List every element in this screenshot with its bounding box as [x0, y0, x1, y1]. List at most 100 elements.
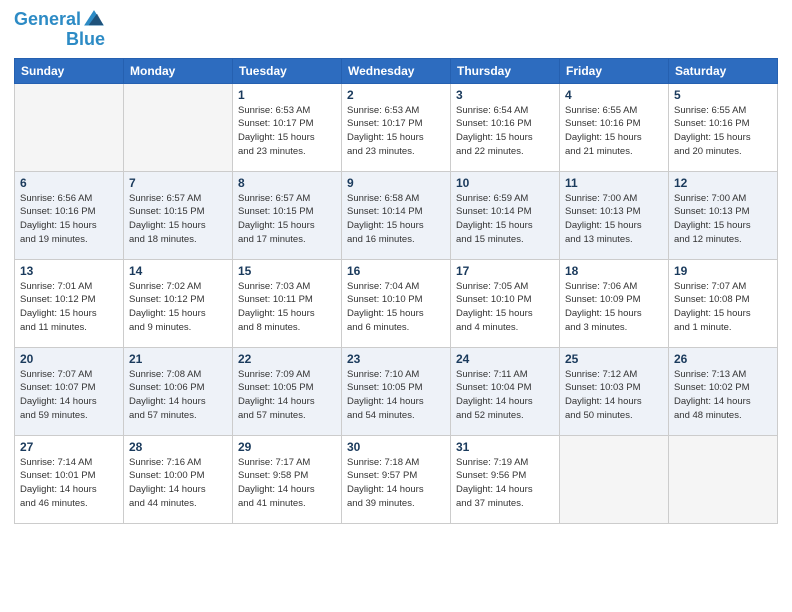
day-info: Sunrise: 7:14 AM Sunset: 10:01 PM Daylig… [20, 456, 118, 511]
calendar-cell: 3 Sunrise: 6:54 AM Sunset: 10:16 PM Dayli… [451, 83, 560, 171]
calendar-col-header: Friday [560, 58, 669, 83]
day-number: 31 [456, 440, 554, 454]
calendar-col-header: Wednesday [342, 58, 451, 83]
calendar-cell: 21Sunrise: 7:08 AM Sunset: 10:06 PM Dayl… [124, 347, 233, 435]
calendar-cell: 4 Sunrise: 6:55 AM Sunset: 10:16 PM Dayli… [560, 83, 669, 171]
calendar-cell: 11Sunrise: 7:00 AM Sunset: 10:13 PM Dayl… [560, 171, 669, 259]
day-info: Sunrise: 7:07 AM Sunset: 10:08 PM Daylig… [674, 280, 772, 335]
day-number: 8 [238, 176, 336, 190]
calendar-week-row: 27Sunrise: 7:14 AM Sunset: 10:01 PM Dayl… [15, 435, 778, 523]
day-info: Sunrise: 7:18 AM Sunset: 9:57 PM Dayligh… [347, 456, 445, 511]
logo-icon [83, 9, 105, 27]
calendar-week-row: 6 Sunrise: 6:56 AM Sunset: 10:16 PM Dayli… [15, 171, 778, 259]
calendar-cell: 2 Sunrise: 6:53 AM Sunset: 10:17 PM Dayli… [342, 83, 451, 171]
day-number: 29 [238, 440, 336, 454]
day-number: 18 [565, 264, 663, 278]
day-info: Sunrise: 7:12 AM Sunset: 10:03 PM Daylig… [565, 368, 663, 423]
calendar-cell: 19 Sunrise: 7:07 AM Sunset: 10:08 PM Dayl… [669, 259, 778, 347]
day-info: Sunrise: 7:02 AM Sunset: 10:12 PM Daylig… [129, 280, 227, 335]
day-number: 14 [129, 264, 227, 278]
calendar-col-header: Sunday [15, 58, 124, 83]
calendar-week-row: 1 Sunrise: 6:53 AM Sunset: 10:17 PM Dayli… [15, 83, 778, 171]
calendar-col-header: Saturday [669, 58, 778, 83]
logo-general: General [14, 9, 81, 29]
day-number: 15 [238, 264, 336, 278]
day-number: 11 [565, 176, 663, 190]
day-info: Sunrise: 6:59 AM Sunset: 10:14 PM Daylig… [456, 192, 554, 247]
logo: General Blue [14, 10, 105, 50]
day-info: Sunrise: 6:56 AM Sunset: 10:16 PM Daylig… [20, 192, 118, 247]
day-number: 3 [456, 88, 554, 102]
calendar-cell [560, 435, 669, 523]
page: General Blue SundayMondayTuesdayWednesda… [0, 0, 792, 612]
calendar-cell: 26Sunrise: 7:13 AM Sunset: 10:02 PM Dayl… [669, 347, 778, 435]
day-info: Sunrise: 6:53 AM Sunset: 10:17 PM Daylig… [347, 104, 445, 159]
day-info: Sunrise: 7:01 AM Sunset: 10:12 PM Daylig… [20, 280, 118, 335]
calendar-cell: 8Sunrise: 6:57 AM Sunset: 10:15 PM Dayli… [233, 171, 342, 259]
calendar-cell: 13Sunrise: 7:01 AM Sunset: 10:12 PM Dayl… [15, 259, 124, 347]
calendar-cell: 5 Sunrise: 6:55 AM Sunset: 10:16 PM Dayli… [669, 83, 778, 171]
calendar-cell [124, 83, 233, 171]
day-info: Sunrise: 6:55 AM Sunset: 10:16 PM Daylig… [674, 104, 772, 159]
day-number: 22 [238, 352, 336, 366]
calendar-cell: 20Sunrise: 7:07 AM Sunset: 10:07 PM Dayl… [15, 347, 124, 435]
day-number: 20 [20, 352, 118, 366]
calendar-cell: 28 Sunrise: 7:16 AM Sunset: 10:00 PM Dayl… [124, 435, 233, 523]
day-info: Sunrise: 7:08 AM Sunset: 10:06 PM Daylig… [129, 368, 227, 423]
day-number: 9 [347, 176, 445, 190]
day-number: 25 [565, 352, 663, 366]
day-info: Sunrise: 6:53 AM Sunset: 10:17 PM Daylig… [238, 104, 336, 159]
calendar-cell: 25 Sunrise: 7:12 AM Sunset: 10:03 PM Dayl… [560, 347, 669, 435]
day-number: 17 [456, 264, 554, 278]
day-info: Sunrise: 7:06 AM Sunset: 10:09 PM Daylig… [565, 280, 663, 335]
day-number: 2 [347, 88, 445, 102]
calendar-cell: 24Sunrise: 7:11 AM Sunset: 10:04 PM Dayl… [451, 347, 560, 435]
day-number: 1 [238, 88, 336, 102]
calendar-cell: 31 Sunrise: 7:19 AM Sunset: 9:56 PM Dayli… [451, 435, 560, 523]
calendar-cell: 16 Sunrise: 7:04 AM Sunset: 10:10 PM Dayl… [342, 259, 451, 347]
day-info: Sunrise: 7:03 AM Sunset: 10:11 PM Daylig… [238, 280, 336, 335]
header: General Blue [14, 10, 778, 50]
calendar-cell: 6 Sunrise: 6:56 AM Sunset: 10:16 PM Dayli… [15, 171, 124, 259]
day-info: Sunrise: 7:04 AM Sunset: 10:10 PM Daylig… [347, 280, 445, 335]
calendar-col-header: Monday [124, 58, 233, 83]
day-info: Sunrise: 7:13 AM Sunset: 10:02 PM Daylig… [674, 368, 772, 423]
day-info: Sunrise: 7:19 AM Sunset: 9:56 PM Dayligh… [456, 456, 554, 511]
calendar-cell: 10Sunrise: 6:59 AM Sunset: 10:14 PM Dayl… [451, 171, 560, 259]
day-info: Sunrise: 6:55 AM Sunset: 10:16 PM Daylig… [565, 104, 663, 159]
calendar-cell: 9Sunrise: 6:58 AM Sunset: 10:14 PM Dayli… [342, 171, 451, 259]
day-number: 6 [20, 176, 118, 190]
day-number: 23 [347, 352, 445, 366]
day-info: Sunrise: 7:11 AM Sunset: 10:04 PM Daylig… [456, 368, 554, 423]
day-number: 19 [674, 264, 772, 278]
calendar-cell: 15 Sunrise: 7:03 AM Sunset: 10:11 PM Dayl… [233, 259, 342, 347]
calendar-cell: 22 Sunrise: 7:09 AM Sunset: 10:05 PM Dayl… [233, 347, 342, 435]
calendar-cell: 23 Sunrise: 7:10 AM Sunset: 10:05 PM Dayl… [342, 347, 451, 435]
calendar-cell: 7 Sunrise: 6:57 AM Sunset: 10:15 PM Dayli… [124, 171, 233, 259]
day-info: Sunrise: 7:10 AM Sunset: 10:05 PM Daylig… [347, 368, 445, 423]
day-number: 7 [129, 176, 227, 190]
calendar-table: SundayMondayTuesdayWednesdayThursdayFrid… [14, 58, 778, 524]
day-number: 4 [565, 88, 663, 102]
day-number: 5 [674, 88, 772, 102]
calendar-week-row: 20Sunrise: 7:07 AM Sunset: 10:07 PM Dayl… [15, 347, 778, 435]
calendar-cell: 18 Sunrise: 7:06 AM Sunset: 10:09 PM Dayl… [560, 259, 669, 347]
day-info: Sunrise: 7:17 AM Sunset: 9:58 PM Dayligh… [238, 456, 336, 511]
day-info: Sunrise: 6:57 AM Sunset: 10:15 PM Daylig… [129, 192, 227, 247]
calendar-cell [669, 435, 778, 523]
calendar-col-header: Thursday [451, 58, 560, 83]
calendar-header-row: SundayMondayTuesdayWednesdayThursdayFrid… [15, 58, 778, 83]
day-info: Sunrise: 6:54 AM Sunset: 10:16 PM Daylig… [456, 104, 554, 159]
day-info: Sunrise: 7:09 AM Sunset: 10:05 PM Daylig… [238, 368, 336, 423]
day-number: 16 [347, 264, 445, 278]
calendar-week-row: 13Sunrise: 7:01 AM Sunset: 10:12 PM Dayl… [15, 259, 778, 347]
calendar-cell: 27Sunrise: 7:14 AM Sunset: 10:01 PM Dayl… [15, 435, 124, 523]
day-info: Sunrise: 7:05 AM Sunset: 10:10 PM Daylig… [456, 280, 554, 335]
day-number: 28 [129, 440, 227, 454]
day-number: 12 [674, 176, 772, 190]
day-info: Sunrise: 7:16 AM Sunset: 10:00 PM Daylig… [129, 456, 227, 511]
logo-blue: Blue [66, 30, 105, 50]
calendar-col-header: Tuesday [233, 58, 342, 83]
calendar-cell: 1 Sunrise: 6:53 AM Sunset: 10:17 PM Dayli… [233, 83, 342, 171]
calendar-cell: 14 Sunrise: 7:02 AM Sunset: 10:12 PM Dayl… [124, 259, 233, 347]
